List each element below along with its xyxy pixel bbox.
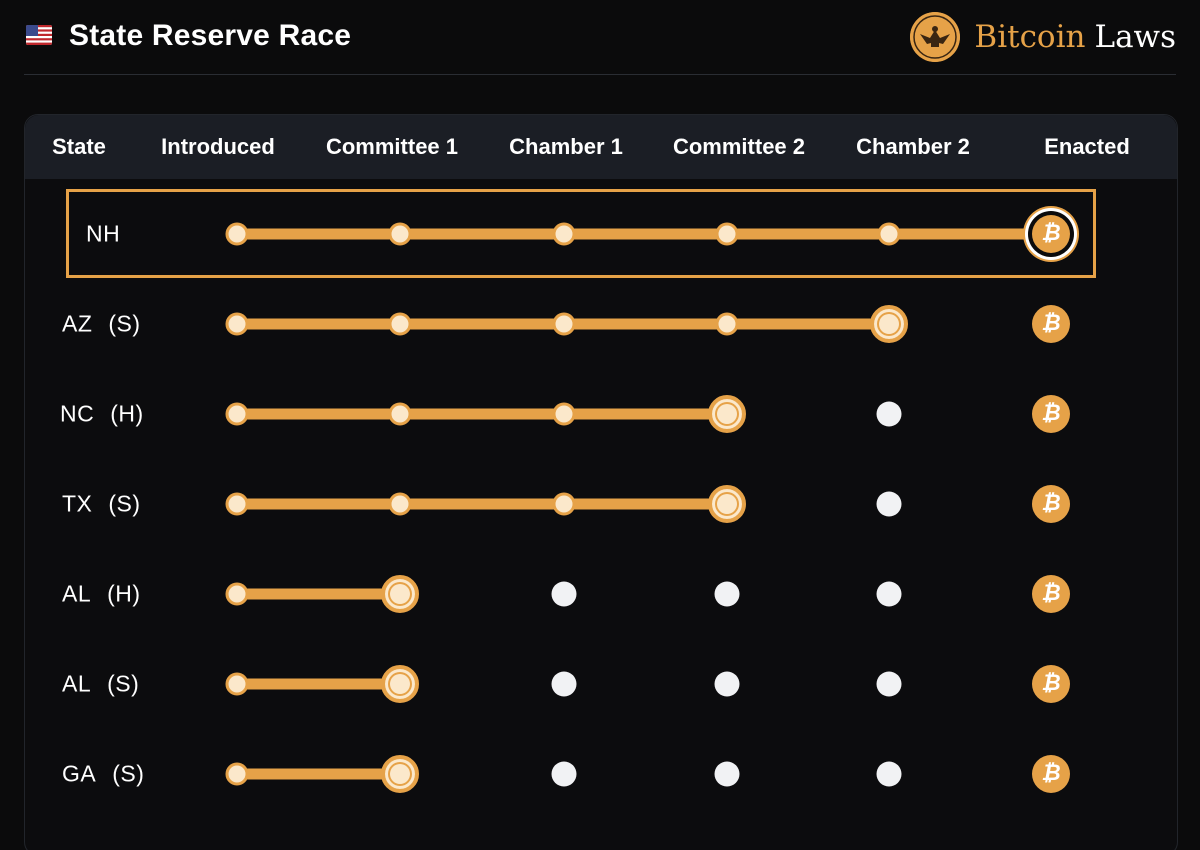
current-stage-dot (870, 305, 908, 343)
eagle-seal-icon (910, 12, 961, 62)
chamber-code: (S) (107, 670, 140, 697)
completed-stage-dot (388, 492, 412, 516)
current-stage-dot (381, 665, 419, 703)
bitcoin-icon: ₿ (1032, 485, 1070, 523)
brand-name-bitcoin: Bitcoin (974, 19, 1086, 55)
pending-stage-dot (876, 671, 902, 697)
pending-stage-dot (551, 581, 577, 607)
completed-stage-dot (388, 222, 412, 246)
column-header-state: State (52, 134, 106, 159)
current-stage-dot (708, 485, 746, 523)
progress-track-nc-h (237, 408, 727, 420)
state-label-nc-h: NC (H) (60, 401, 144, 428)
column-header-committee-1: Committee 1 (325, 134, 459, 159)
progress-track-ga-s (237, 768, 400, 780)
state-label-nh: NH (86, 221, 120, 248)
state-label-al-s: AL (S) (62, 671, 139, 698)
state-code: AZ (62, 310, 93, 337)
completed-stage-dot (715, 222, 739, 246)
completed-stage-dot (552, 222, 576, 246)
pending-stage-dot (876, 581, 902, 607)
pending-stage-dot (714, 581, 740, 607)
header: State Reserve Race Bitcoin Laws (0, 0, 1200, 74)
column-header-enacted: Enacted (1044, 134, 1130, 159)
chamber-code: (H) (110, 400, 144, 427)
completed-stage-dot (225, 312, 249, 336)
completed-stage-dot (552, 492, 576, 516)
column-header-committee-2: Committee 2 (672, 134, 806, 159)
bitcoin-icon: ₿ (1032, 665, 1070, 703)
bitcoin-icon: ₿ (1032, 575, 1070, 613)
state-label-ga-s: GA (S) (62, 761, 144, 788)
chamber-code: (S) (108, 490, 141, 517)
bitcoin-icon: ₿ (1032, 215, 1070, 253)
column-header-bar: State Introduced Committee 1 Chamber 1 C… (25, 115, 1177, 179)
pending-stage-dot (551, 761, 577, 787)
bitcoin-icon: ₿ (1032, 755, 1070, 793)
current-stage-dot (381, 575, 419, 613)
completed-stage-dot (225, 762, 249, 786)
pending-stage-dot (714, 761, 740, 787)
progress-track-al-s (237, 678, 400, 690)
brand-name: Bitcoin Laws (974, 17, 1176, 57)
state-code: NH (86, 220, 121, 247)
chamber-code: (H) (107, 580, 141, 607)
pending-stage-dot (876, 401, 902, 427)
column-header-introduced: Introduced (161, 134, 275, 159)
progress-track-tx-s (237, 498, 727, 510)
progress-track-nh (237, 228, 1051, 240)
completed-stage-dot (225, 672, 249, 696)
chamber-code: (S) (108, 310, 141, 337)
completed-stage-dot (225, 222, 249, 246)
completed-stage-dot (225, 582, 249, 606)
current-stage-dot (708, 395, 746, 433)
state-code: NC (60, 400, 95, 427)
current-stage-dot (381, 755, 419, 793)
pending-stage-dot (876, 491, 902, 517)
completed-stage-dot (552, 312, 576, 336)
bitcoin-icon: ₿ (1032, 305, 1070, 343)
progress-track-al-h (237, 588, 400, 600)
column-header-chamber-1: Chamber 1 (509, 134, 623, 159)
bitcoin-icon: ₿ (1032, 395, 1070, 433)
column-header-chamber-2: Chamber 2 (856, 134, 970, 159)
state-code: AL (62, 670, 92, 697)
brand[interactable]: Bitcoin Laws (910, 10, 1176, 64)
state-label-al-h: AL (H) (62, 581, 141, 608)
pending-stage-dot (551, 671, 577, 697)
header-divider (24, 74, 1176, 75)
pending-stage-dot (714, 671, 740, 697)
state-label-tx-s: TX (S) (62, 491, 141, 518)
completed-stage-dot (225, 492, 249, 516)
state-label-az-s: AZ (S) (62, 311, 141, 338)
completed-stage-dot (715, 312, 739, 336)
chamber-code: (S) (112, 760, 145, 787)
state-code: AL (62, 580, 92, 607)
completed-stage-dot (388, 312, 412, 336)
completed-stage-dot (552, 402, 576, 426)
page: State Reserve Race Bitcoin Laws State Int… (0, 0, 1200, 850)
state-code: TX (62, 490, 93, 517)
pending-stage-dot (876, 761, 902, 787)
completed-stage-dot (225, 402, 249, 426)
page-title: State Reserve Race (69, 19, 352, 52)
us-flag-icon (26, 25, 52, 45)
state-code: GA (62, 760, 97, 787)
completed-stage-dot (388, 402, 412, 426)
brand-name-laws: Laws (1094, 19, 1176, 55)
completed-stage-dot (877, 222, 901, 246)
